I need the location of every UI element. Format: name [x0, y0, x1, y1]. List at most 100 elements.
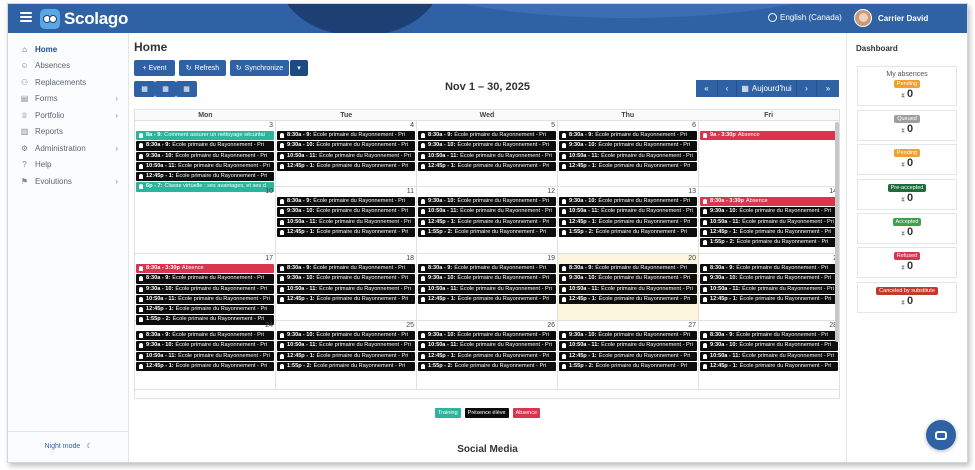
presence-event[interactable]: 12:45p - 1: École primaire du Rayonnement… [700, 294, 838, 305]
presence-event[interactable]: 10:50a - 11: École primaire du Rayonnemen… [418, 207, 556, 217]
presence-event[interactable]: 12:45p - 1: École primaire du Rayonnement… [559, 294, 697, 305]
day-number[interactable]: 27 [688, 322, 696, 329]
calendar-day-cell[interactable]: 14 8:30a - 3:30p Absence 9:30a - 10: École p… [699, 187, 839, 253]
day-number[interactable]: 24 [265, 322, 273, 329]
add-event-button[interactable]: + Event [134, 60, 175, 76]
day-number[interactable]: 4 [410, 122, 414, 129]
night-mode-toggle[interactable]: Night mode ☾ [8, 442, 129, 450]
presence-event[interactable]: 12:45p - 1: École primaire du Rayonnement… [559, 161, 697, 172]
sidebar-item-absences[interactable]: ☺ Absences [8, 58, 128, 75]
sidebar-item-reports[interactable]: ▥ Reports [8, 124, 128, 141]
presence-event[interactable]: 10:50a - 11: École primaire du Rayonnemen… [700, 351, 838, 361]
presence-event[interactable]: 8:30a - 9: École primaire du Rayonnement … [136, 331, 274, 341]
presence-event[interactable]: 12:45p - 1: École primaire du Rayonnement… [136, 305, 274, 315]
presence-event[interactable]: 12:45p - 1: École primaire du Rayonnement… [418, 161, 556, 172]
calendar-day-cell[interactable]: 26 9:30a - 10: École primaire du Rayonneme… [417, 321, 558, 389]
presence-event[interactable]: 1:55p - 2: École primaire du Rayonnement … [418, 361, 556, 372]
presence-event[interactable]: 9:30a - 10: École primaire du Rayonnement… [136, 284, 274, 294]
presence-event[interactable]: 1:55p - 2: École primaire du Rayonnement … [277, 361, 415, 372]
presence-event[interactable]: 8:30a - 9: École primaire du Rayonnement … [136, 274, 274, 284]
training-event[interactable]: 8a - 9: Comment assurer un nettoyage sécu… [136, 131, 274, 141]
presence-event[interactable]: 8:30a - 9: École primaire du Rayonnement … [277, 131, 415, 141]
day-number[interactable]: 10 [265, 188, 273, 195]
sidebar-item-forms[interactable]: ▤ Forms › [8, 91, 128, 108]
day-number[interactable]: 11 [407, 188, 414, 195]
next-year-button[interactable]: » [817, 80, 839, 97]
presence-event[interactable]: 9:30a - 10: École primaire du Rayonnement… [418, 331, 556, 341]
day-number[interactable]: 19 [547, 255, 555, 262]
calendar-scrollbar[interactable] [835, 122, 839, 342]
presence-event[interactable]: 1:55p - 2: École primaire du Rayonnement … [559, 361, 697, 372]
presence-event[interactable]: 12:45p - 1: École primaire du Rayonnement… [700, 361, 838, 372]
day-number[interactable]: 25 [406, 322, 414, 329]
presence-event[interactable]: 12:45p - 1: École primaire du Rayonnement… [136, 172, 274, 182]
presence-event[interactable]: 8:30a - 9: École primaire du Rayonnement … [418, 264, 556, 274]
sidebar-item-evolutions[interactable]: ⚑ Evolutions › [8, 173, 128, 190]
synchronize-button[interactable]: ↻ Synchronize [230, 60, 289, 76]
calendar-day-cell[interactable]: 17 8:30a - 3:30p Absence 8:30a - 9: École pr… [135, 254, 276, 325]
calendar-day-cell[interactable]: 24 8:30a - 9: École primaire du Rayonnemen… [135, 321, 276, 389]
presence-event[interactable]: 12:45p - 1: École primaire du Rayonnement… [277, 227, 415, 238]
presence-event[interactable]: 10:50a - 11: École primaire du Rayonnemen… [559, 284, 697, 294]
presence-event[interactable]: 10:50a - 11: École primaire du Rayonnemen… [277, 217, 415, 227]
presence-event[interactable]: 10:50a - 11: École primaire du Rayonnemen… [277, 284, 415, 294]
presence-event[interactable]: 9:30a - 10: École primaire du Rayonnement… [559, 274, 697, 284]
presence-event[interactable]: 8:30a - 9: École primaire du Rayonnement … [700, 264, 838, 274]
menu-icon[interactable] [20, 12, 32, 23]
presence-event[interactable]: 10:50a - 11: École primaire du Rayonnemen… [559, 151, 697, 161]
absence-status-card[interactable]: Queued ⧗ 0 [857, 110, 957, 141]
presence-event[interactable]: 9:30a - 10: École primaire du Rayonnement… [559, 197, 697, 207]
language-selector[interactable]: English (Canada) [768, 13, 842, 22]
absence-status-card[interactable]: My absences Pending ⧗ 0 [857, 66, 957, 106]
previous-year-button[interactable]: « [696, 80, 718, 97]
absence-status-card[interactable]: Refused ⧗ 0 [857, 247, 957, 278]
presence-event[interactable]: 9:30a - 10: École primaire du Rayonnement… [700, 207, 838, 217]
absence-status-card[interactable]: Accepted ⧗ 0 [857, 213, 957, 244]
calendar-day-cell[interactable]: 28:30a - 9:École primaire du Rayonnement… [699, 254, 839, 320]
presence-event[interactable]: 12:45p - 1: École primaire du Rayonnement… [277, 351, 415, 361]
presence-event[interactable]: 9:30a - 10: École primaire du Rayonnement… [559, 331, 697, 341]
presence-event[interactable]: 12:45p - 1: École primaire du Rayonnement… [418, 217, 556, 227]
presence-event[interactable]: 10:50a - 11: École primaire du Rayonnemen… [418, 341, 556, 351]
calendar-day-cell[interactable]: 5 8:30a - 9: École primaire du Rayonnement… [417, 121, 558, 186]
day-number[interactable]: 5 [551, 122, 555, 129]
calendar-day-cell[interactable]: 9a - 3:30p Absence [699, 121, 839, 186]
presence-event[interactable]: 9:30a - 10: École primaire du Rayonnement… [277, 141, 415, 151]
presence-event[interactable]: 8:30a - 9: École primaire du Rayonnement … [418, 131, 556, 141]
presence-event[interactable]: 1:55p - 2: École primaire du Rayonnement … [418, 227, 556, 238]
presence-event[interactable]: 10:50a - 11: École primaire du Rayonnemen… [277, 151, 415, 161]
presence-event[interactable]: 8:30a - 9: École primaire du Rayonnement … [559, 131, 697, 141]
presence-event[interactable]: 12:45p - 1: École primaire du Rayonnement… [559, 351, 697, 361]
presence-event[interactable]: 9:30a - 10: École primaire du Rayonnement… [418, 141, 556, 151]
day-number[interactable]: 20 [688, 255, 696, 262]
presence-event[interactable]: 8:30a - 9: École primaire du Rayonnement … [277, 264, 415, 274]
presence-event[interactable]: 9:30a - 10: École primaire du Rayonnement… [418, 197, 556, 207]
presence-event[interactable]: 12:45p - 1: École primaire du Rayonnement… [277, 294, 415, 305]
calendar-day-cell[interactable]: 4 8:30a - 9: École primaire du Rayonnement… [276, 121, 417, 186]
chat-button[interactable] [926, 420, 956, 450]
presence-event[interactable]: 10:50a - 11: École primaire du Rayonnemen… [700, 217, 838, 227]
calendar-day-cell[interactable]: 3 8a - 9: Comment assurer un nettoyage séc… [135, 121, 276, 192]
presence-event[interactable]: 12:45p - 1: École primaire du Rayonnement… [418, 351, 556, 361]
absence-status-card[interactable]: Canceled by substitute ⧗ 0 [857, 282, 957, 313]
presence-event[interactable]: 9:30a - 10: École primaire du Rayonnement… [418, 274, 556, 284]
sidebar-item-home[interactable]: ⌂ Home [8, 41, 128, 58]
presence-event[interactable]: 10:50a - 11: École primaire du Rayonnemen… [136, 294, 274, 305]
presence-event[interactable]: 8:30a - 9: École primaire du Rayonnement … [136, 141, 274, 151]
absence-status-card[interactable]: Pre-accepted ⧗ 0 [857, 179, 957, 210]
presence-event[interactable]: 8:30a - 9: École primaire du Rayonnement … [277, 197, 415, 207]
presence-event[interactable]: 12:45p - 1: École primaire du Rayonnement… [136, 361, 274, 372]
presence-event[interactable]: 12:45p - 1: École primaire du Rayonnement… [277, 161, 415, 172]
presence-event[interactable]: 10:50a - 11: École primaire du Rayonnemen… [418, 151, 556, 161]
day-number[interactable]: 13 [688, 188, 696, 195]
absence-event[interactable]: 8:30a - 3:30p Absence [700, 197, 838, 207]
day-number[interactable]: 26 [547, 322, 555, 329]
presence-event[interactable]: 12:45p - 1: École primaire du Rayonnement… [700, 227, 838, 238]
today-button[interactable]: ▦ Aujourd'hui [737, 80, 797, 97]
presence-event[interactable]: 9:30a - 10: École primaire du Rayonnement… [277, 207, 415, 217]
absence-status-card[interactable]: Pending ⧗ 0 [857, 144, 957, 175]
calendar-day-cell[interactable]: 13 9:30a - 10: École primaire du Rayonneme… [558, 187, 699, 253]
calendar-day-cell[interactable]: 27 9:30a - 10: École primaire du Rayonneme… [558, 321, 699, 389]
sidebar-item-replacements[interactable]: ⚇ Replacements [8, 74, 128, 91]
calendar-day-cell[interactable]: 11 8:30a - 9: École primaire du Rayonnemen… [276, 187, 417, 253]
